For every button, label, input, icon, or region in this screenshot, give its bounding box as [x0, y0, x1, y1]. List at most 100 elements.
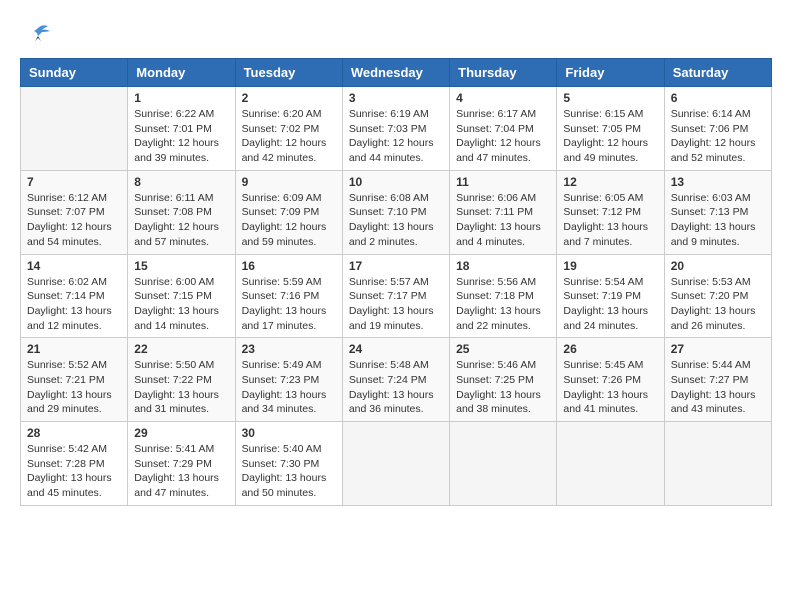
- weekday-header-tuesday: Tuesday: [235, 59, 342, 87]
- calendar-cell: 11 Sunrise: 6:06 AM Sunset: 7:11 PM Dayli…: [450, 170, 557, 254]
- day-number: 29: [134, 426, 228, 440]
- calendar-cell: 15 Sunrise: 6:00 AM Sunset: 7:15 PM Dayli…: [128, 254, 235, 338]
- calendar-cell: 6 Sunrise: 6:14 AM Sunset: 7:06 PM Daylig…: [664, 87, 771, 171]
- day-number: 8: [134, 175, 228, 189]
- calendar-cell: 7 Sunrise: 6:12 AM Sunset: 7:07 PM Daylig…: [21, 170, 128, 254]
- day-number: 25: [456, 342, 550, 356]
- calendar-cell: 19 Sunrise: 5:54 AM Sunset: 7:19 PM Dayli…: [557, 254, 664, 338]
- day-number: 6: [671, 91, 765, 105]
- day-number: 16: [242, 259, 336, 273]
- weekday-header-monday: Monday: [128, 59, 235, 87]
- calendar-cell: 21 Sunrise: 5:52 AM Sunset: 7:21 PM Dayli…: [21, 338, 128, 422]
- day-number: 17: [349, 259, 443, 273]
- calendar-cell: [342, 422, 449, 506]
- day-info: Sunrise: 6:17 AM Sunset: 7:04 PM Dayligh…: [456, 107, 550, 166]
- day-number: 22: [134, 342, 228, 356]
- calendar-cell: [664, 422, 771, 506]
- calendar-cell: 24Sunrise: 5:48 AM Sunset: 7:24 PM Dayli…: [342, 338, 449, 422]
- day-number: 1: [134, 91, 228, 105]
- calendar-cell: 17 Sunrise: 5:57 AM Sunset: 7:17 PM Dayli…: [342, 254, 449, 338]
- calendar-cell: 3 Sunrise: 6:19 AM Sunset: 7:03 PM Daylig…: [342, 87, 449, 171]
- day-number: 27: [671, 342, 765, 356]
- day-info: Sunrise: 6:00 AM Sunset: 7:15 PM Dayligh…: [134, 275, 228, 334]
- calendar-cell: 25 Sunrise: 5:46 AM Sunset: 7:25 PM Dayli…: [450, 338, 557, 422]
- logo: [20, 20, 52, 48]
- day-info: Sunrise: 5:50 AM Sunset: 7:22 PM Dayligh…: [134, 358, 228, 417]
- calendar-cell: [557, 422, 664, 506]
- day-info: Sunrise: 6:03 AM Sunset: 7:13 PM Dayligh…: [671, 191, 765, 250]
- day-info: Sunrise: 6:11 AM Sunset: 7:08 PM Dayligh…: [134, 191, 228, 250]
- day-info: Sunrise: 5:57 AM Sunset: 7:17 PM Dayligh…: [349, 275, 443, 334]
- day-number: 28: [27, 426, 121, 440]
- day-number: 19: [563, 259, 657, 273]
- day-number: 4: [456, 91, 550, 105]
- calendar-cell: 29Sunrise: 5:41 AM Sunset: 7:29 PM Dayli…: [128, 422, 235, 506]
- calendar-week-row: 14 Sunrise: 6:02 AM Sunset: 7:14 PM Dayli…: [21, 254, 772, 338]
- calendar-cell: 30 Sunrise: 5:40 AM Sunset: 7:30 PM Dayli…: [235, 422, 342, 506]
- day-number: 9: [242, 175, 336, 189]
- day-info: Sunrise: 6:15 AM Sunset: 7:05 PM Dayligh…: [563, 107, 657, 166]
- weekday-header-saturday: Saturday: [664, 59, 771, 87]
- calendar-cell: [450, 422, 557, 506]
- day-info: Sunrise: 5:49 AM Sunset: 7:23 PM Dayligh…: [242, 358, 336, 417]
- day-info: Sunrise: 6:19 AM Sunset: 7:03 PM Dayligh…: [349, 107, 443, 166]
- calendar-week-row: 28 Sunrise: 5:42 AM Sunset: 7:28 PM Dayli…: [21, 422, 772, 506]
- weekday-header-row: SundayMondayTuesdayWednesdayThursdayFrid…: [21, 59, 772, 87]
- day-info: Sunrise: 6:20 AM Sunset: 7:02 PM Dayligh…: [242, 107, 336, 166]
- day-number: 11: [456, 175, 550, 189]
- calendar-cell: 28 Sunrise: 5:42 AM Sunset: 7:28 PM Dayli…: [21, 422, 128, 506]
- day-number: 14: [27, 259, 121, 273]
- calendar-cell: 27 Sunrise: 5:44 AM Sunset: 7:27 PM Dayli…: [664, 338, 771, 422]
- day-info: Sunrise: 5:46 AM Sunset: 7:25 PM Dayligh…: [456, 358, 550, 417]
- day-number: 10: [349, 175, 443, 189]
- logo-bird-icon: [24, 20, 52, 48]
- calendar-cell: 13Sunrise: 6:03 AM Sunset: 7:13 PM Dayli…: [664, 170, 771, 254]
- day-info: Sunrise: 6:14 AM Sunset: 7:06 PM Dayligh…: [671, 107, 765, 166]
- day-info: Sunrise: 5:44 AM Sunset: 7:27 PM Dayligh…: [671, 358, 765, 417]
- calendar-cell: 1Sunrise: 6:22 AM Sunset: 7:01 PM Daylig…: [128, 87, 235, 171]
- day-number: 18: [456, 259, 550, 273]
- day-info: Sunrise: 6:12 AM Sunset: 7:07 PM Dayligh…: [27, 191, 121, 250]
- day-number: 20: [671, 259, 765, 273]
- calendar-cell: 2 Sunrise: 6:20 AM Sunset: 7:02 PM Daylig…: [235, 87, 342, 171]
- day-number: 15: [134, 259, 228, 273]
- day-info: Sunrise: 5:42 AM Sunset: 7:28 PM Dayligh…: [27, 442, 121, 501]
- calendar-cell: 10Sunrise: 6:08 AM Sunset: 7:10 PM Dayli…: [342, 170, 449, 254]
- weekday-header-wednesday: Wednesday: [342, 59, 449, 87]
- day-info: Sunrise: 5:59 AM Sunset: 7:16 PM Dayligh…: [242, 275, 336, 334]
- calendar-cell: 16 Sunrise: 5:59 AM Sunset: 7:16 PM Dayli…: [235, 254, 342, 338]
- day-number: 5: [563, 91, 657, 105]
- weekday-header-sunday: Sunday: [21, 59, 128, 87]
- day-info: Sunrise: 5:48 AM Sunset: 7:24 PM Dayligh…: [349, 358, 443, 417]
- day-number: 26: [563, 342, 657, 356]
- day-info: Sunrise: 6:09 AM Sunset: 7:09 PM Dayligh…: [242, 191, 336, 250]
- day-info: Sunrise: 5:54 AM Sunset: 7:19 PM Dayligh…: [563, 275, 657, 334]
- calendar-cell: [21, 87, 128, 171]
- calendar-week-row: 21 Sunrise: 5:52 AM Sunset: 7:21 PM Dayli…: [21, 338, 772, 422]
- day-info: Sunrise: 6:06 AM Sunset: 7:11 PM Dayligh…: [456, 191, 550, 250]
- calendar-cell: 12Sunrise: 6:05 AM Sunset: 7:12 PM Dayli…: [557, 170, 664, 254]
- day-number: 7: [27, 175, 121, 189]
- day-number: 21: [27, 342, 121, 356]
- day-number: 23: [242, 342, 336, 356]
- calendar-cell: 22 Sunrise: 5:50 AM Sunset: 7:22 PM Dayli…: [128, 338, 235, 422]
- calendar-cell: 18 Sunrise: 5:56 AM Sunset: 7:18 PM Dayli…: [450, 254, 557, 338]
- calendar-table: SundayMondayTuesdayWednesdayThursdayFrid…: [20, 58, 772, 506]
- day-number: 12: [563, 175, 657, 189]
- calendar-cell: 4 Sunrise: 6:17 AM Sunset: 7:04 PM Daylig…: [450, 87, 557, 171]
- day-info: Sunrise: 5:56 AM Sunset: 7:18 PM Dayligh…: [456, 275, 550, 334]
- day-info: Sunrise: 6:02 AM Sunset: 7:14 PM Dayligh…: [27, 275, 121, 334]
- day-number: 2: [242, 91, 336, 105]
- weekday-header-friday: Friday: [557, 59, 664, 87]
- calendar-cell: 23 Sunrise: 5:49 AM Sunset: 7:23 PM Dayli…: [235, 338, 342, 422]
- calendar-cell: 26Sunrise: 5:45 AM Sunset: 7:26 PM Dayli…: [557, 338, 664, 422]
- day-number: 30: [242, 426, 336, 440]
- day-info: Sunrise: 5:53 AM Sunset: 7:20 PM Dayligh…: [671, 275, 765, 334]
- day-number: 3: [349, 91, 443, 105]
- calendar-cell: 20 Sunrise: 5:53 AM Sunset: 7:20 PM Dayli…: [664, 254, 771, 338]
- page-header: [20, 20, 772, 48]
- calendar-cell: 5 Sunrise: 6:15 AM Sunset: 7:05 PM Daylig…: [557, 87, 664, 171]
- day-info: Sunrise: 5:40 AM Sunset: 7:30 PM Dayligh…: [242, 442, 336, 501]
- day-info: Sunrise: 5:52 AM Sunset: 7:21 PM Dayligh…: [27, 358, 121, 417]
- weekday-header-thursday: Thursday: [450, 59, 557, 87]
